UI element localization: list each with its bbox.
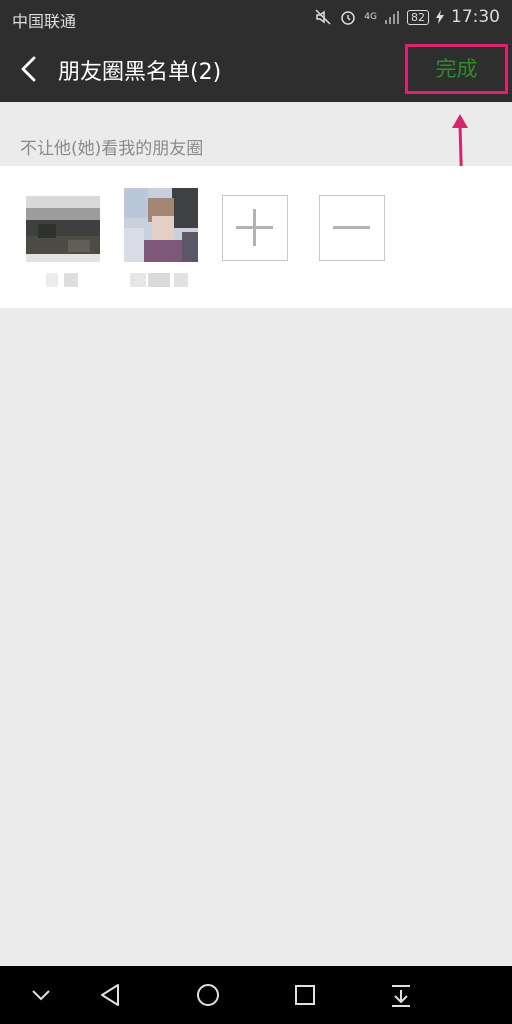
chevron-down-icon (26, 980, 56, 1010)
nav-recent-button[interactable] (290, 980, 320, 1010)
nav-home-button[interactable] (193, 980, 223, 1010)
avatar (124, 188, 198, 262)
remove-member-button[interactable] (319, 195, 385, 261)
pull-down-icon (386, 980, 416, 1010)
header-bar: 朋友圈黑名单(2) 完成 (0, 36, 512, 102)
square-recent-icon (290, 980, 320, 1010)
status-icons: 4G 82 17:30 (314, 7, 500, 27)
clock: 17:30 (451, 7, 500, 27)
nav-collapse-button[interactable] (26, 980, 56, 1010)
chevron-left-icon (14, 56, 44, 88)
member-name-blurred (28, 272, 98, 287)
triangle-back-icon (96, 980, 126, 1010)
circle-home-icon (193, 980, 223, 1010)
done-button[interactable]: 完成 (405, 44, 508, 94)
minus-icon (320, 196, 384, 259)
system-nav-bar (0, 966, 512, 1024)
status-bar: 中国联通 4G 82 17:30 (0, 0, 512, 36)
battery-level: 82 (407, 9, 429, 25)
member-panel (0, 166, 512, 308)
nav-back-button[interactable] (96, 980, 126, 1010)
section-header: 不让他(她)看我的朋友圈 (20, 139, 204, 159)
plus-icon (223, 196, 287, 259)
member-name-blurred (126, 272, 196, 287)
member-item[interactable] (124, 188, 198, 287)
page-title: 朋友圈黑名单(2) (58, 60, 222, 85)
add-member-button[interactable] (222, 195, 288, 261)
nav-notifications-button[interactable] (386, 980, 416, 1010)
carrier-name: 中国联通 (12, 12, 77, 31)
avatar (26, 188, 100, 262)
alarm-icon (339, 8, 357, 26)
network-type: 4G (364, 11, 377, 22)
back-button[interactable] (14, 54, 44, 84)
charging-icon (436, 10, 444, 24)
member-item[interactable] (26, 188, 100, 287)
mute-icon (314, 8, 332, 26)
signal-icon (384, 9, 400, 25)
